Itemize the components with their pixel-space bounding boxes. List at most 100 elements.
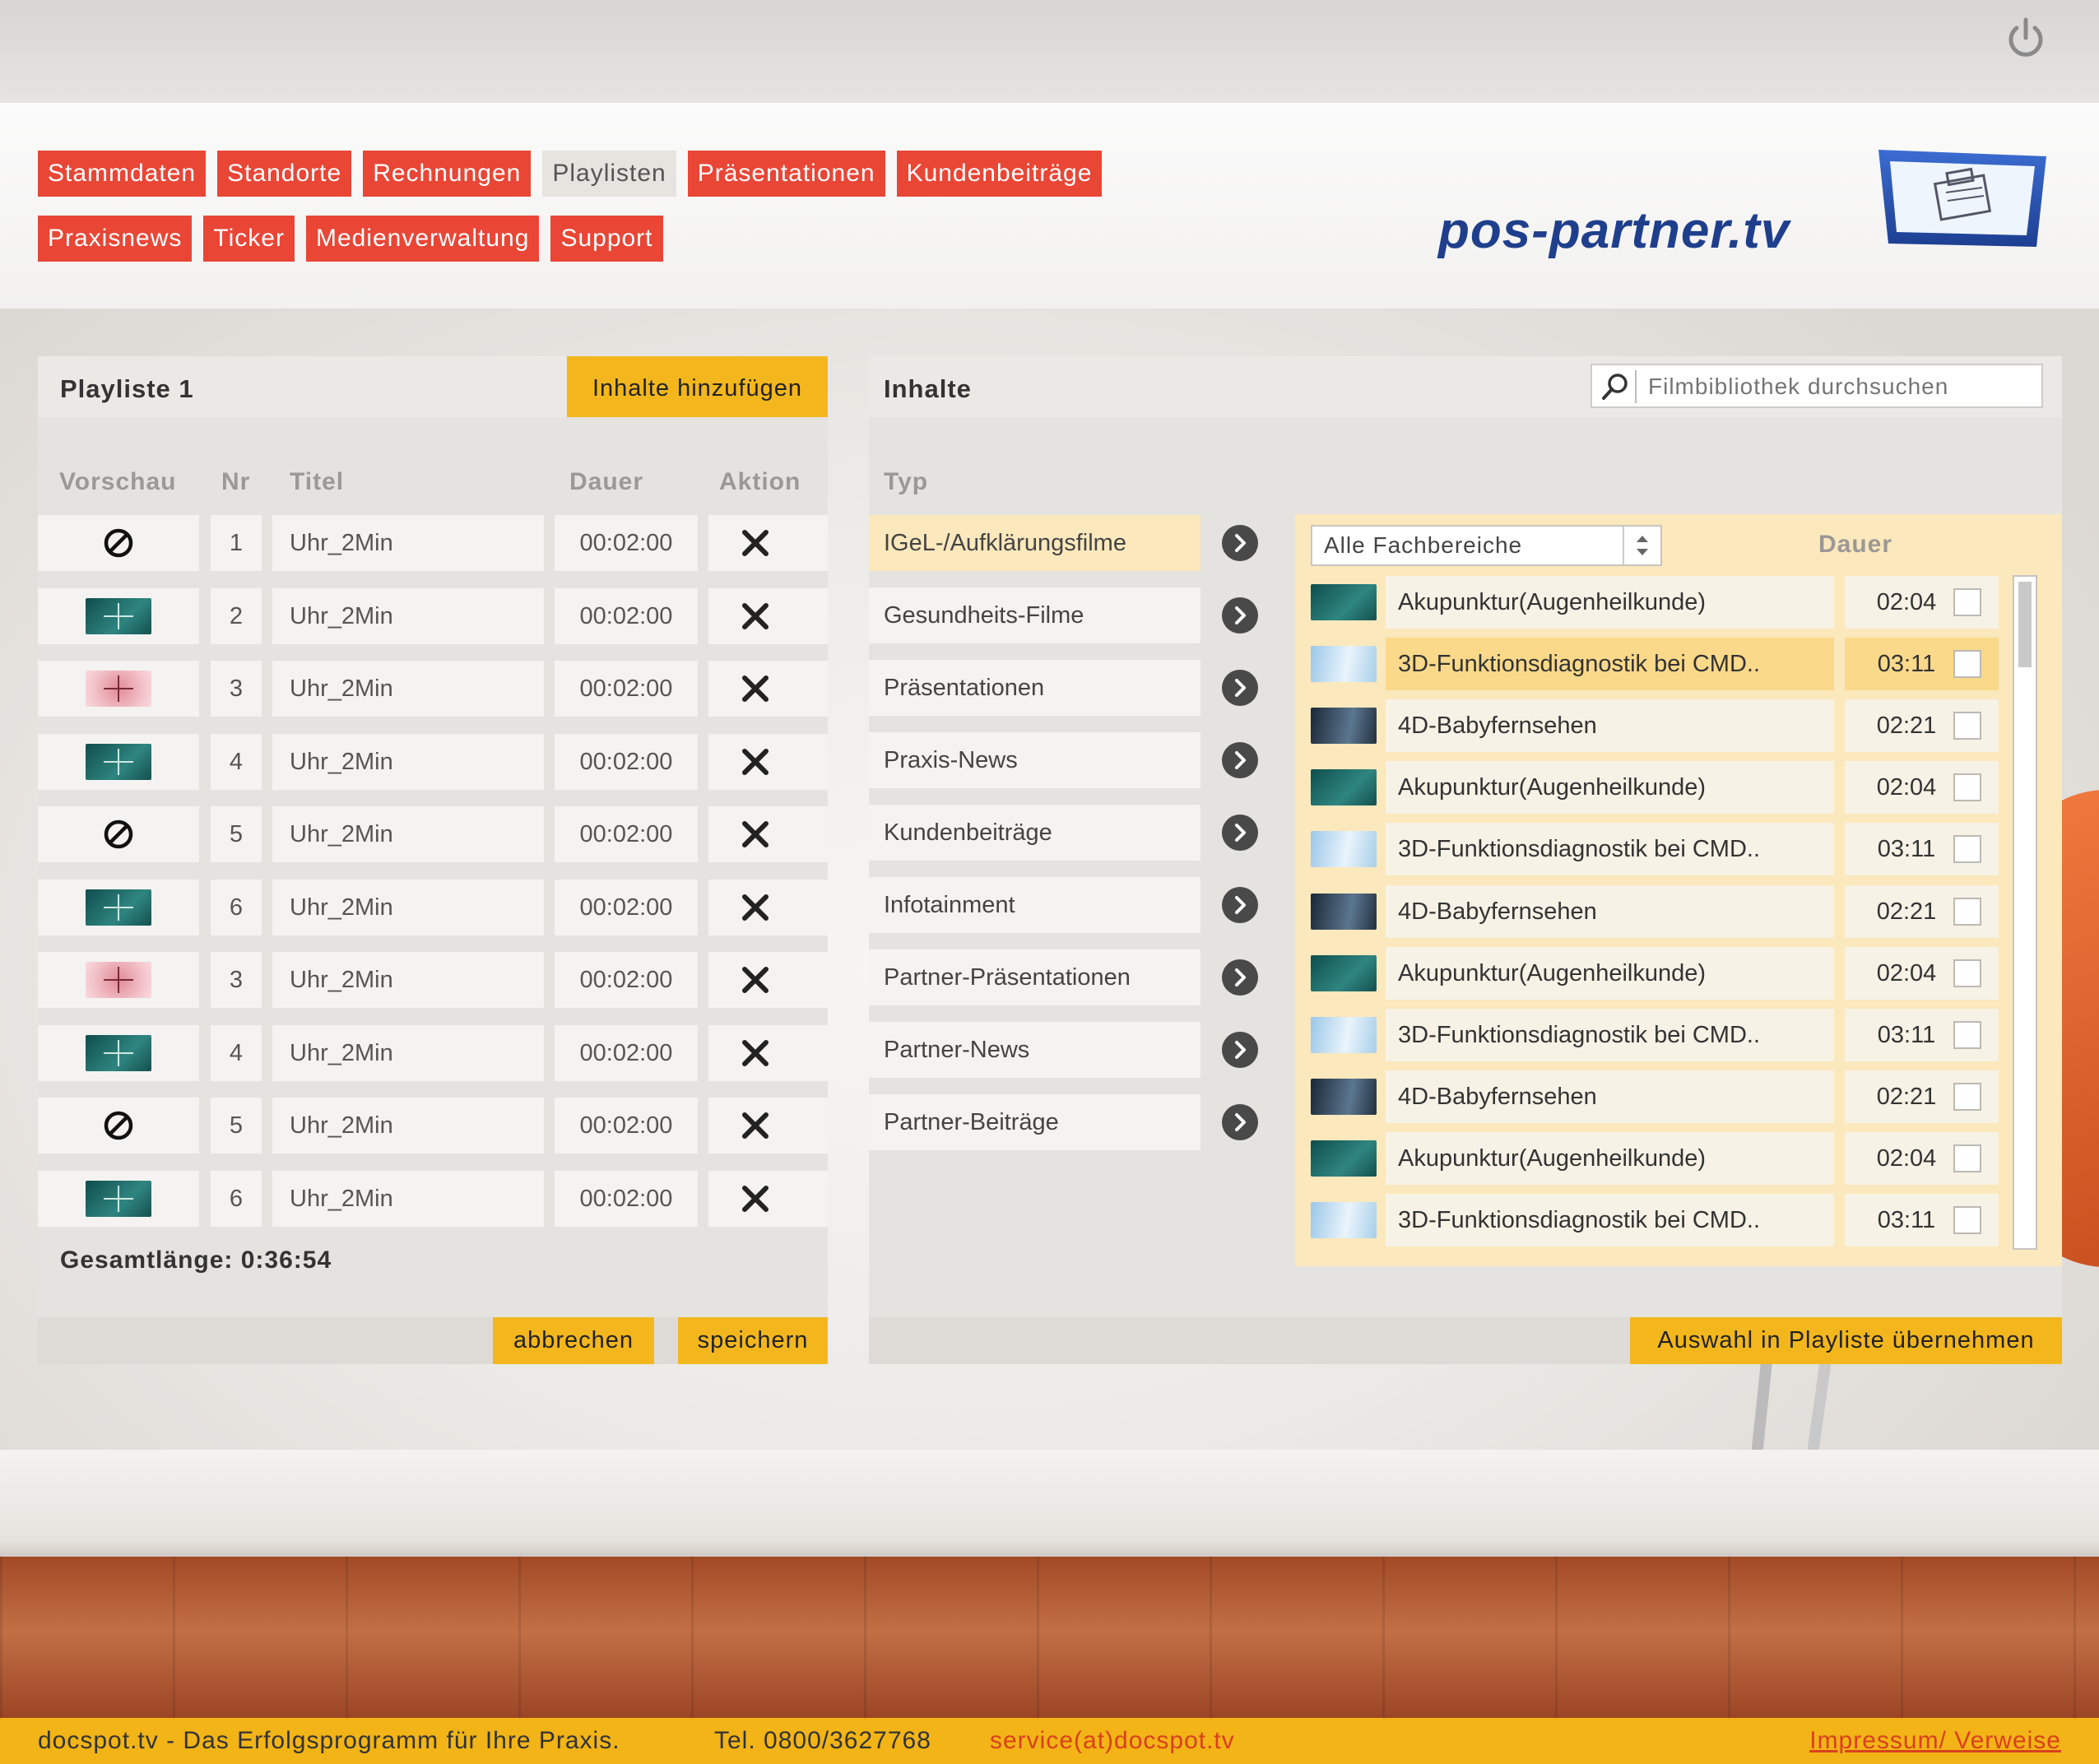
film-thumbnail [1311, 1017, 1377, 1053]
film-row[interactable]: 4D-Babyfernsehen 02:21 [869, 699, 2004, 752]
film-thumbnail [1311, 1079, 1377, 1115]
thumbnail-cross [104, 979, 133, 981]
close-icon[interactable] [741, 819, 770, 849]
nav-medienverwaltung-button[interactable]: Medienverwaltung [305, 216, 540, 262]
preview-thumbnail[interactable] [86, 962, 151, 998]
film-checkbox[interactable] [1953, 650, 1981, 678]
film-row[interactable]: 4D-Babyfernsehen 02:21 [869, 1070, 2004, 1123]
nr-cell: 2 [211, 588, 262, 644]
nr-cell: 4 [211, 1025, 262, 1081]
film-checkbox[interactable] [1953, 1144, 1981, 1172]
close-icon[interactable] [741, 528, 770, 558]
close-icon[interactable] [741, 747, 770, 777]
preview-thumbnail[interactable] [86, 598, 151, 634]
close-icon[interactable] [741, 893, 770, 922]
thumbnail-cross [104, 1052, 133, 1054]
nr-cell: 6 [211, 1171, 262, 1227]
close-icon[interactable] [741, 1111, 770, 1140]
preview-thumbnail[interactable] [86, 744, 151, 780]
playlist-row: 2 Uhr_2Min 00:02:00 [38, 588, 828, 644]
footer-email-link[interactable]: service(at)docspot.tv [990, 1718, 1235, 1764]
film-checkbox[interactable] [1953, 898, 1981, 926]
nav-support-button[interactable]: Support [550, 216, 663, 262]
film-checkbox[interactable] [1953, 1021, 1981, 1049]
apply-selection-button[interactable]: Auswahl in Playliste übernehmen [1630, 1317, 2062, 1364]
filter-select[interactable]: Alle Fachbereiche [1311, 525, 1662, 566]
type-item[interactable]: IGeL-/Aufklärungsfilme [869, 515, 1200, 571]
nav-präsentationen-button[interactable]: Präsentationen [687, 151, 885, 197]
background-skirting [0, 1450, 2099, 1557]
film-checkbox[interactable] [1953, 712, 1981, 740]
search-icon[interactable] [1599, 370, 1637, 403]
title-cell: Uhr_2Min [272, 1098, 544, 1154]
nav-rechnungen-button[interactable]: Rechnungen [363, 151, 532, 197]
thumbnail-cross [104, 907, 133, 908]
duration-cell: 00:02:00 [555, 1025, 698, 1081]
thumbnail-cross [104, 761, 133, 763]
nr-cell: 3 [211, 952, 262, 1008]
search-box[interactable] [1591, 364, 2043, 408]
film-checkbox[interactable] [1953, 1206, 1981, 1234]
nr-cell: 3 [211, 661, 262, 717]
close-icon[interactable] [741, 1038, 770, 1068]
thumbnail-cross [104, 1198, 133, 1200]
footer-imprint-link[interactable]: Impressum/ Verweise [1809, 1718, 2061, 1764]
film-checkbox[interactable] [1953, 835, 1981, 863]
film-checkbox[interactable] [1953, 1083, 1981, 1111]
duration-cell: 00:02:00 [555, 1171, 698, 1227]
film-row[interactable]: Akupunktur(Augenheilkunde) 02:04 [869, 1132, 2004, 1185]
filter-select-value: Alle Fachbereiche [1324, 532, 1523, 558]
nr-cell: 6 [211, 880, 262, 935]
action-cell [708, 806, 828, 862]
film-row[interactable]: Akupunktur(Augenheilkunde) 02:04 [869, 576, 2004, 629]
film-checkbox[interactable] [1953, 773, 1981, 801]
preview-thumbnail[interactable] [86, 889, 151, 926]
film-row[interactable]: 3D-Funktionsdiagnostik bei CMD.. 03:11 [869, 823, 2004, 875]
nav-playlisten-button[interactable]: Playlisten [542, 151, 676, 197]
close-icon[interactable] [741, 601, 770, 631]
nav-kundenbeiträge-button[interactable]: Kundenbeiträge [896, 151, 1103, 197]
nav-praxisnews-button[interactable]: Praxisnews [38, 216, 193, 262]
close-icon[interactable] [741, 1184, 770, 1214]
add-content-button[interactable]: Inhalte hinzufügen [567, 356, 828, 417]
search-input[interactable] [1646, 369, 2036, 405]
footer-phone: Tel. 0800/3627768 [714, 1727, 931, 1754]
preview-cell [38, 880, 199, 935]
power-icon[interactable] [2001, 15, 2050, 64]
chevron-right-icon[interactable] [1222, 525, 1258, 561]
duration-cell: 00:02:00 [555, 734, 698, 790]
duration-cell: 00:02:00 [555, 515, 698, 571]
preview-thumbnail[interactable] [86, 1181, 151, 1217]
playlist-row: 5 Uhr_2Min 00:02:00 [38, 806, 828, 862]
nav-stammdaten-button[interactable]: Stammdaten [38, 151, 207, 197]
logo-icon [1872, 140, 2053, 263]
film-row[interactable]: 3D-Funktionsdiagnostik bei CMD.. 03:11 [869, 1194, 2004, 1246]
preview-thumbnail[interactable] [86, 671, 151, 707]
nav-standorte-button[interactable]: Standorte [217, 151, 352, 197]
film-row[interactable]: 3D-Funktionsdiagnostik bei CMD.. 03:11 [869, 638, 2004, 690]
preview-cell [38, 1098, 199, 1154]
save-button[interactable]: speichern [678, 1317, 828, 1364]
close-icon[interactable] [741, 965, 770, 995]
close-icon[interactable] [741, 674, 770, 703]
film-row[interactable]: 4D-Babyfernsehen 02:21 [869, 885, 2004, 938]
cancel-button[interactable]: abbrechen [493, 1317, 654, 1364]
preview-cell [38, 952, 199, 1008]
scrollbar-thumb[interactable] [2018, 582, 2032, 667]
duration-cell: 00:02:00 [555, 661, 698, 717]
duration-cell: 00:02:00 [555, 880, 698, 935]
scrollbar-track[interactable] [2013, 575, 2037, 1250]
film-thumbnail [1311, 646, 1377, 682]
film-row[interactable]: Akupunktur(Augenheilkunde) 02:04 [869, 761, 2004, 814]
film-row[interactable]: Akupunktur(Augenheilkunde) 02:04 [869, 947, 2004, 1000]
preview-thumbnail[interactable] [86, 1035, 151, 1071]
title-cell: Uhr_2Min [272, 1025, 544, 1081]
film-row[interactable]: 3D-Funktionsdiagnostik bei CMD.. 03:11 [869, 1009, 2004, 1061]
top-bar [0, 0, 2099, 103]
film-checkbox[interactable] [1953, 959, 1981, 987]
film-checkbox[interactable] [1953, 588, 1981, 616]
film-title-cell: 3D-Funktionsdiagnostik bei CMD.. [1386, 638, 1834, 690]
playlist-row: 3 Uhr_2Min 00:02:00 [38, 661, 828, 717]
nav-ticker-button[interactable]: Ticker [203, 216, 295, 262]
nr-cell: 4 [211, 734, 262, 790]
